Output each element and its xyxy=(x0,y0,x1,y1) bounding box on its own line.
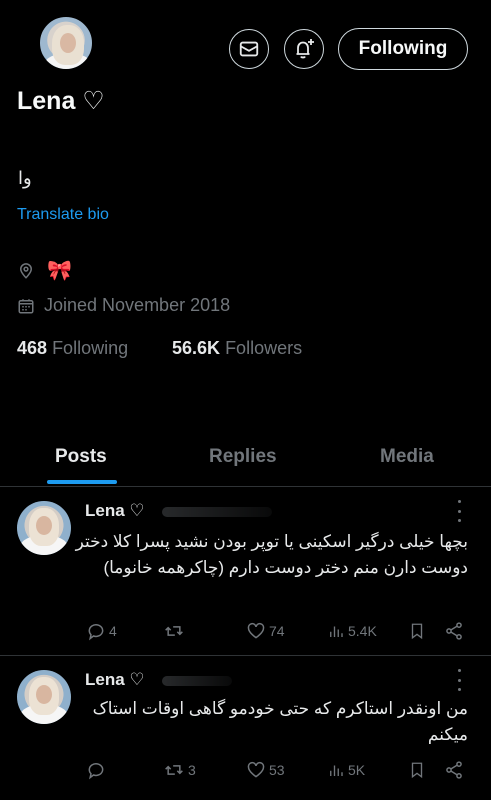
bio: وا xyxy=(18,168,32,188)
following-stat[interactable]: 468 Following xyxy=(17,338,128,359)
bookmark-button[interactable] xyxy=(408,621,426,646)
active-tab-indicator xyxy=(47,480,117,484)
tab-replies[interactable]: Replies xyxy=(209,446,277,468)
like-button[interactable]: 74 xyxy=(246,621,285,641)
repost-button[interactable] xyxy=(163,621,188,641)
following-stat-label: Following xyxy=(52,338,129,358)
tab-media[interactable]: Media xyxy=(380,446,434,468)
following-button[interactable]: Following xyxy=(338,28,468,70)
share-button[interactable] xyxy=(444,760,464,785)
notifications-button[interactable] xyxy=(284,29,324,69)
profile-avatar[interactable] xyxy=(38,15,94,71)
more-options-icon[interactable] xyxy=(452,500,466,522)
share-icon xyxy=(446,622,462,640)
post-handle xyxy=(162,507,272,517)
bookmark-icon xyxy=(411,623,423,640)
mail-icon xyxy=(239,41,259,57)
joined-date: Joined November 2018 xyxy=(44,295,231,315)
following-button-label: Following xyxy=(358,38,448,59)
location-row: 🎀 xyxy=(17,258,72,283)
share-icon xyxy=(446,761,462,779)
followers-stat-label: Followers xyxy=(225,338,303,358)
views-button[interactable]: 5.4K xyxy=(327,621,377,641)
translate-bio-link[interactable]: Translate bio xyxy=(17,206,109,224)
display-name: Lena ♡ xyxy=(17,87,105,115)
views-chart-icon xyxy=(330,626,343,637)
repost-button[interactable]: 3 xyxy=(163,760,196,780)
view-count: 5K xyxy=(348,762,366,778)
post-avatar[interactable] xyxy=(17,670,71,724)
more-options-icon[interactable] xyxy=(452,669,466,691)
repost-icon xyxy=(165,765,183,775)
post-author[interactable]: Lena ♡ xyxy=(85,501,145,521)
reply-icon xyxy=(88,763,104,780)
reply-button[interactable] xyxy=(86,760,109,780)
like-count: 74 xyxy=(269,623,285,639)
post-text: بچها خیلی درگیر اسکینی یا توپر بودن نشید… xyxy=(75,532,468,577)
like-count: 53 xyxy=(269,762,285,778)
views-chart-icon xyxy=(330,765,343,776)
location-text: 🎀 xyxy=(47,260,72,282)
heart-icon xyxy=(247,761,265,778)
followers-stat[interactable]: 56.6K Followers xyxy=(172,338,302,359)
location-pin-icon xyxy=(19,262,33,279)
following-count: 468 xyxy=(17,338,48,358)
reply-count: 4 xyxy=(109,623,117,639)
post[interactable]: Lena ♡ بچها خیلی درگیر اسکینی یا توپر بو… xyxy=(0,487,491,655)
post-handle xyxy=(162,676,232,686)
post-text: من اونقدر استاکرم که حتی خودمو گاهی اوقا… xyxy=(92,699,468,744)
followers-count: 56.6K xyxy=(172,338,221,358)
post-author[interactable]: Lena ♡ xyxy=(85,670,145,690)
repost-icon xyxy=(165,626,183,636)
reply-button[interactable]: 4 xyxy=(86,621,117,641)
repost-count: 3 xyxy=(188,762,196,778)
post[interactable]: Lena ♡ من اونقدر استاکرم که حتی خودمو گا… xyxy=(0,656,491,800)
heart-icon xyxy=(247,622,265,639)
like-button[interactable]: 53 xyxy=(246,760,285,780)
bookmark-button[interactable] xyxy=(408,760,426,785)
calendar-icon xyxy=(18,298,34,313)
joined-row: Joined November 2018 xyxy=(17,295,230,316)
message-button[interactable] xyxy=(229,29,269,69)
share-button[interactable] xyxy=(444,621,464,646)
view-count: 5.4K xyxy=(348,623,377,639)
post-avatar[interactable] xyxy=(17,501,71,555)
bell-plus-icon xyxy=(296,39,314,59)
reply-icon xyxy=(88,624,104,641)
views-button[interactable]: 5K xyxy=(327,760,365,780)
tab-posts[interactable]: Posts xyxy=(55,446,107,468)
bookmark-icon xyxy=(411,762,423,779)
